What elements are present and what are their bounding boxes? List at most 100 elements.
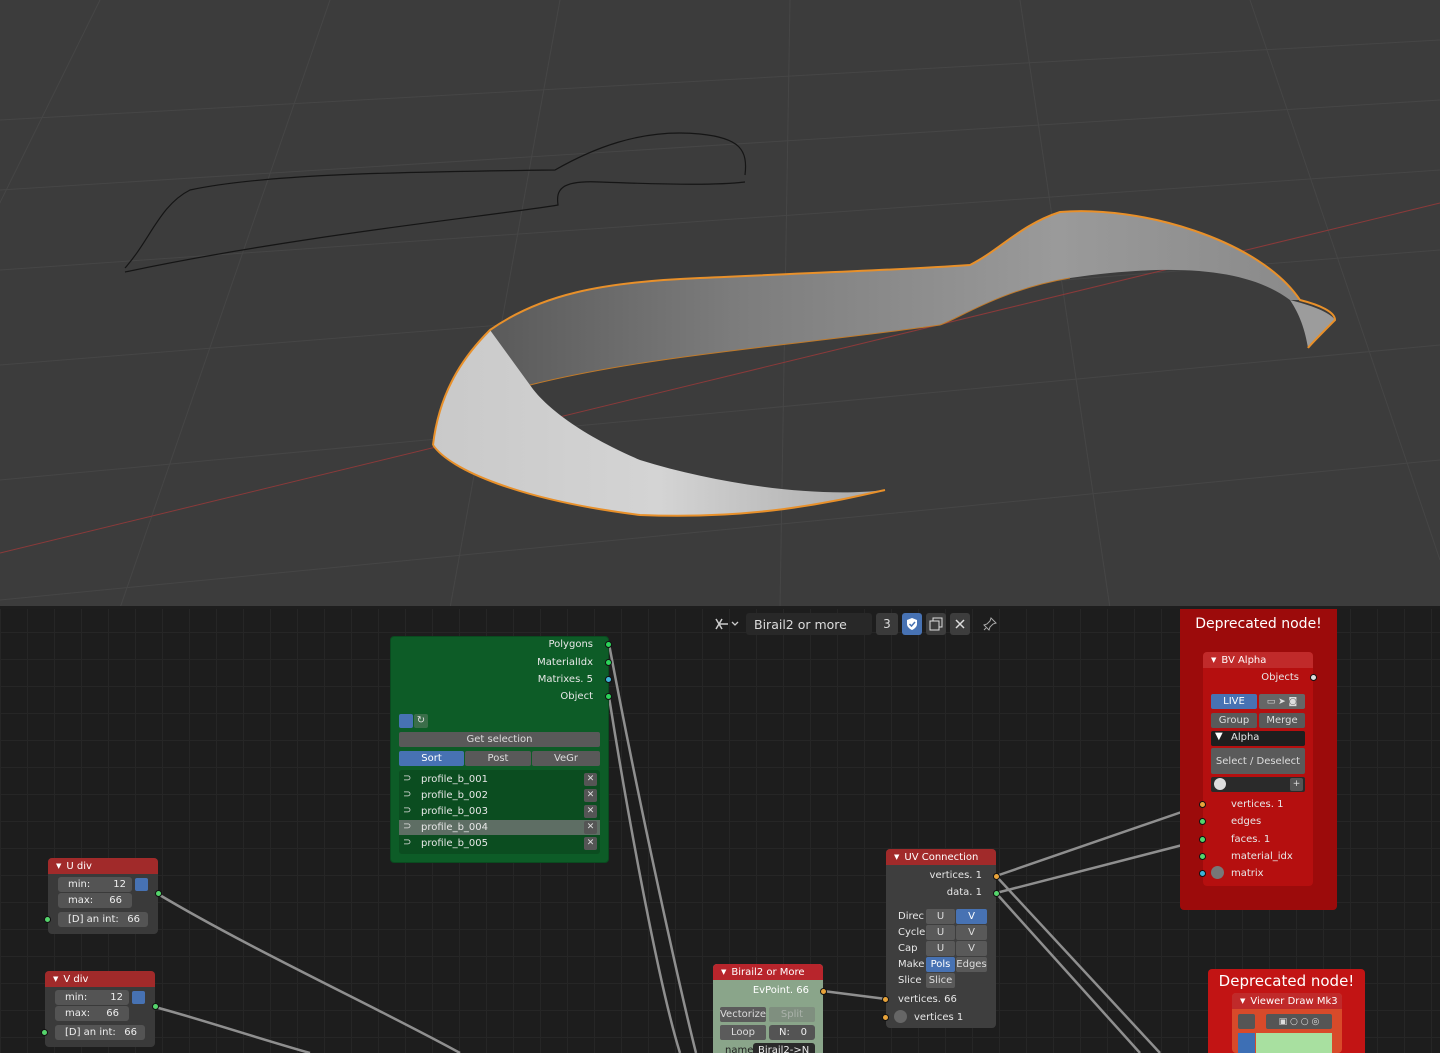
collapse-triangle-icon[interactable]: ▼ xyxy=(721,968,726,976)
socket-uv-vertices-in[interactable] xyxy=(882,996,889,1003)
link-icon[interactable] xyxy=(132,991,145,1004)
tab-sort[interactable]: Sort xyxy=(399,751,464,766)
profile-curve[interactable] xyxy=(124,132,747,269)
socket-bv-matrix[interactable] xyxy=(1199,870,1206,877)
vectorize-button[interactable]: Vectorize xyxy=(720,1007,766,1022)
unlink-close-icon[interactable] xyxy=(950,613,970,635)
bv-alpha-title[interactable]: ▼ BV Alpha xyxy=(1203,652,1313,668)
viewer-draw-title[interactable]: ▼ Viewer Draw Mk3 xyxy=(1232,993,1342,1009)
collapse-triangle-icon[interactable]: ▼ xyxy=(53,975,58,983)
node-editor[interactable]: Birail2 or more 3 Polygons MaterialIdx M… xyxy=(0,609,1440,1053)
v-min-field[interactable]: min: 12 xyxy=(55,990,129,1005)
socket-bv-vertices[interactable] xyxy=(1199,801,1206,808)
cap-v-button[interactable]: V xyxy=(956,941,987,956)
list-item[interactable]: ⊃ profile_b_002 ✕ xyxy=(399,788,600,803)
fake-user-shield-icon[interactable] xyxy=(902,613,922,635)
select-deselect-button[interactable]: Select / Deselect xyxy=(1211,748,1305,774)
u-div-node[interactable]: ▼ U div min: 12 max: 66 [D] an int: 66 xyxy=(44,858,162,934)
viewport-canvas[interactable] xyxy=(0,0,1440,608)
direc-v-button[interactable]: V xyxy=(956,909,987,924)
socket-evpoint[interactable] xyxy=(820,988,827,995)
auto-update-icon[interactable] xyxy=(399,714,413,728)
deprecated-frame-bv-alpha[interactable]: Deprecated node! ▼ BV Alpha Objects LIVE … xyxy=(1180,609,1337,910)
merge-button[interactable]: Merge xyxy=(1259,713,1305,728)
v-div-title[interactable]: ▼ V div xyxy=(45,971,155,987)
make-edges-button[interactable]: Edges xyxy=(956,957,987,972)
get-selection-button[interactable]: Get selection xyxy=(399,732,600,747)
socket-v-input[interactable] xyxy=(41,1029,48,1036)
link-icon[interactable] xyxy=(135,878,148,891)
uv-connection-title[interactable]: ▼ UV Connection xyxy=(886,849,996,865)
material-selector[interactable]: + xyxy=(1211,777,1305,792)
live-button[interactable]: LIVE xyxy=(1211,694,1257,709)
node-tree-name-field[interactable]: Birail2 or more xyxy=(746,613,872,635)
node-tree-type-icon[interactable] xyxy=(712,613,742,635)
toggle-icon[interactable] xyxy=(1238,1014,1255,1029)
remove-icon[interactable]: ✕ xyxy=(584,773,597,786)
surface-tip[interactable] xyxy=(1290,300,1335,348)
collapse-triangle-icon[interactable]: ▼ xyxy=(1240,997,1245,1005)
users-count[interactable]: 3 xyxy=(876,613,898,635)
cycle-v-button[interactable]: V xyxy=(956,925,987,940)
list-item-selected[interactable]: ⊃ profile_b_004 ✕ xyxy=(399,820,600,835)
u-div-title[interactable]: ▼ U div xyxy=(48,858,158,874)
loop-button[interactable]: Loop xyxy=(720,1025,766,1040)
socket-objects-out[interactable] xyxy=(1310,674,1317,681)
3d-viewport[interactable] xyxy=(0,0,1440,608)
socket-u-output[interactable] xyxy=(155,890,162,897)
list-item[interactable]: ⊃ profile_b_003 ✕ xyxy=(399,804,600,819)
socket-uv-vertices-2-in[interactable] xyxy=(882,1014,889,1021)
new-material-icon[interactable]: + xyxy=(1290,778,1303,791)
viewer-draw-node[interactable]: ▼ Viewer Draw Mk3 ▣ ○ ○ ◎ xyxy=(1232,993,1342,1053)
bv-alpha-node[interactable]: ▼ BV Alpha Objects LIVE ▭ ➤ ◙ Group Merge… xyxy=(1199,652,1317,886)
object-selector[interactable]: ▼ Alpha xyxy=(1211,731,1305,746)
make-pols-button[interactable]: Pols xyxy=(926,957,955,972)
remove-icon[interactable]: ✕ xyxy=(584,837,597,850)
deprecated-frame-viewer-draw[interactable]: Deprecated node! ▼ Viewer Draw Mk3 ▣ ○ ○ … xyxy=(1208,969,1365,1053)
direc-u-button[interactable]: U xyxy=(926,909,955,924)
pin-icon[interactable] xyxy=(980,613,1000,635)
collapse-triangle-icon[interactable]: ▼ xyxy=(56,862,61,870)
cycle-u-button[interactable]: U xyxy=(926,925,955,940)
name-field[interactable]: Birail2->N xyxy=(753,1043,815,1053)
list-item[interactable]: ⊃ profile_b_005 ✕ xyxy=(399,836,600,851)
remove-icon[interactable]: ✕ xyxy=(584,821,597,834)
u-max-field[interactable]: max: 66 xyxy=(58,893,132,908)
collapse-triangle-icon[interactable]: ▼ xyxy=(1211,656,1216,664)
socket-u-input[interactable] xyxy=(44,916,51,923)
remove-icon[interactable]: ✕ xyxy=(584,789,597,802)
socket-object[interactable] xyxy=(605,693,612,700)
surface-inner[interactable] xyxy=(490,211,1300,385)
birail-title[interactable]: ▼ Birail2 or More xyxy=(713,964,823,980)
remove-icon[interactable]: ✕ xyxy=(584,805,597,818)
uv-connection-node[interactable]: ▼ UV Connection vertices. 1 data. 1 Direc… xyxy=(882,849,1000,1028)
tab-vegr[interactable]: VeGr xyxy=(532,751,600,766)
grid-icon[interactable] xyxy=(1238,1033,1255,1053)
socket-polygons[interactable] xyxy=(605,641,612,648)
rail-curve[interactable] xyxy=(124,181,746,273)
v-int-field[interactable]: [D] an int: 66 xyxy=(55,1025,145,1040)
split-button[interactable]: Split xyxy=(769,1007,815,1022)
display-mode-icons[interactable]: ▣ ○ ○ ◎ xyxy=(1266,1014,1332,1029)
socket-bv-edges[interactable] xyxy=(1199,818,1206,825)
birail-node[interactable]: ▼ Birail2 or More EvPoint. 66 Vectorize S… xyxy=(713,964,827,1053)
refresh-icon[interactable]: ↻ xyxy=(414,714,428,728)
v-div-node[interactable]: ▼ V div min: 12 max: 66 [D] an int: 66 xyxy=(41,971,159,1047)
list-item[interactable]: ⊃ profile_b_001 ✕ xyxy=(399,772,600,787)
group-button[interactable]: Group xyxy=(1211,713,1257,728)
cap-u-button[interactable]: U xyxy=(926,941,955,956)
socket-matrixes[interactable] xyxy=(605,676,612,683)
tab-post[interactable]: Post xyxy=(465,751,531,766)
visibility-icons[interactable]: ▭ ➤ ◙ xyxy=(1259,694,1305,709)
objects-in-node[interactable]: Polygons MaterialIdx Matrixes. 5 Object … xyxy=(390,636,612,863)
socket-materialidx[interactable] xyxy=(605,659,612,666)
socket-uv-data-out[interactable] xyxy=(993,890,1000,897)
v-max-field[interactable]: max: 66 xyxy=(55,1006,129,1021)
socket-bv-faces[interactable] xyxy=(1199,836,1206,843)
socket-v-output[interactable] xyxy=(152,1003,159,1010)
collapse-triangle-icon[interactable]: ▼ xyxy=(894,853,899,861)
vertex-color-swatch[interactable] xyxy=(1256,1033,1332,1053)
u-int-field[interactable]: [D] an int: 66 xyxy=(58,912,148,927)
n-field[interactable]: N: 0 xyxy=(769,1025,815,1040)
object-list[interactable]: ⊃ profile_b_001 ✕ ⊃ profile_b_002 ✕ ⊃ pr… xyxy=(399,770,600,854)
